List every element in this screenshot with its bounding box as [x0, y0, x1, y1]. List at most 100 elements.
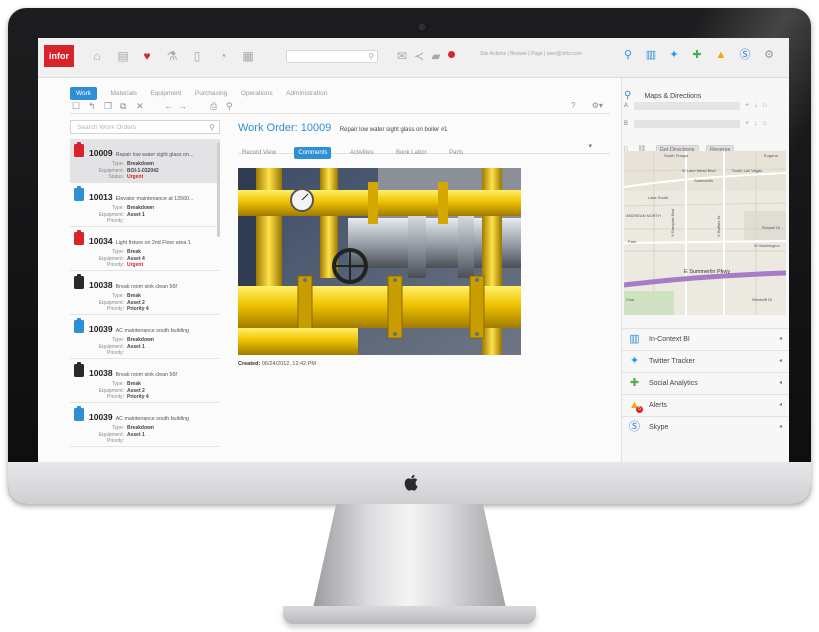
social-app-icon[interactable]: ✚	[690, 48, 704, 62]
apple-logo-icon	[404, 474, 418, 491]
forward-arrow-icon[interactable]: →	[178, 100, 187, 112]
chevron-left-icon[interactable]: ◂	[779, 373, 782, 394]
address-b-label: B	[624, 121, 629, 127]
work-order-list-item[interactable]: 10034 Light fixture on 2nd Floor area 1 Ty…	[70, 227, 220, 271]
mail-icon[interactable]: ✉	[395, 49, 409, 63]
menu-operations[interactable]: Operations	[241, 87, 273, 100]
twitter-app-icon[interactable]: ✦	[667, 48, 681, 62]
maps-app-icon[interactable]: ⚲	[621, 48, 635, 62]
social-analytics-icon: ✚	[629, 377, 640, 389]
address-a-actions-icon[interactable]: +↓⌂	[745, 101, 772, 111]
clipboard-icon	[74, 230, 84, 245]
address-b-input[interactable]	[634, 120, 740, 128]
work-order-field: Priority: Priority 4	[89, 394, 220, 401]
chevron-left-icon[interactable]: ◂	[779, 417, 782, 438]
bi-app-icon[interactable]: ▥	[644, 48, 658, 62]
field-value: Priority 4	[127, 394, 149, 400]
flask-icon[interactable]: ⚗	[165, 49, 179, 63]
work-order-list-item[interactable]: 10009 Repair low water sight glass on... T…	[70, 139, 220, 183]
panel-label: Skype	[649, 424, 669, 431]
map-label-south-tenaya: South Tenaya	[664, 153, 689, 158]
skype-app-icon[interactable]: Ⓢ	[738, 48, 752, 62]
created-value: 06/24/2012, 12:42 PM	[261, 361, 316, 367]
work-order-list-item[interactable]: 10039 AC maintenance south building Type: B…	[70, 315, 220, 359]
back-arrow-icon[interactable]: ←	[164, 100, 173, 112]
undo-icon[interactable]: ↰	[88, 100, 96, 112]
menu-administration[interactable]: Administration	[286, 87, 327, 100]
infor-logo[interactable]: infor	[44, 45, 74, 67]
street-map: E Summerlin Pkwy South Tenaya W Lake Mea…	[624, 151, 786, 315]
panel-alerts[interactable]: ▲ 5 Alerts ◂	[622, 394, 789, 415]
module-menu: Work Materials Equipment Purchasing Oper…	[70, 82, 336, 100]
work-order-field: Priority:	[89, 438, 220, 445]
panel-social-analytics[interactable]: ✚ Social Analytics ◂	[622, 372, 789, 393]
work-order-description: Break room sink clean 56f	[115, 372, 177, 378]
notification-badge-icon[interactable]	[448, 51, 455, 58]
map-view[interactable]: E Summerlin Pkwy South Tenaya W Lake Mea…	[624, 151, 786, 315]
tab-comments[interactable]: Comments	[294, 147, 332, 159]
settings-icon[interactable]: ⚙	[762, 48, 776, 62]
work-order-list-item[interactable]: 10039 AC maintenance south building Type: B…	[70, 403, 220, 447]
work-order-field: Priority: Priority 4	[89, 306, 220, 313]
home-icon[interactable]: ⌂	[90, 49, 104, 63]
zoom-icon[interactable]: ⚲	[226, 100, 233, 112]
global-search-input[interactable]: ⚲	[286, 50, 378, 63]
tab-parts[interactable]: Parts	[445, 147, 467, 159]
map-label-lake-south: Lake South	[648, 195, 668, 200]
menu-equipment[interactable]: Equipment	[150, 87, 181, 100]
field-value: Asset 1	[127, 431, 145, 438]
field-value: Urgent	[127, 174, 144, 180]
address-b-actions-icon[interactable]: +↓⌂	[745, 119, 772, 129]
copy-icon[interactable]: ❐	[104, 100, 112, 112]
chevron-down-icon[interactable]: ▾	[584, 141, 596, 153]
work-order-heading: 10039 AC maintenance south building	[89, 315, 220, 337]
work-order-list-item[interactable]: 10013 Elevator maintenance at 13560... Typ…	[70, 183, 220, 227]
tab-activities[interactable]: Activities	[346, 147, 378, 159]
field-value: Breakdown	[127, 337, 154, 343]
share-icon[interactable]: ≺	[412, 49, 426, 63]
right-panel: ⚲ Maps & Directions A +↓⌂ B +↓⌂ ▯ ⛓ Get …	[621, 78, 789, 462]
chevron-left-icon[interactable]: ◂	[779, 329, 782, 350]
close-icon[interactable]: ✕	[136, 100, 144, 112]
site-links[interactable]: Site Actions | Browse | Page | user@info…	[480, 51, 582, 57]
new-record-icon[interactable]: ☐	[72, 100, 80, 112]
tab-book-labor[interactable]: Book Labor	[392, 147, 431, 159]
help-icon[interactable]: ?	[571, 101, 575, 110]
work-order-search-input[interactable]: Search Work Orders ⚲	[70, 120, 220, 134]
work-order-field: Priority:	[89, 350, 220, 357]
chevron-left-icon[interactable]: ◂	[779, 351, 782, 372]
attachment-photo[interactable]	[238, 168, 521, 355]
work-order-list-item[interactable]: 10038 Break room sink clean 56f Type: Break…	[70, 271, 220, 315]
chevron-left-icon[interactable]: ◂	[779, 395, 782, 416]
print-icon[interactable]: ⎙	[210, 100, 217, 112]
menu-materials[interactable]: Materials	[111, 87, 137, 100]
tab-record-view[interactable]: Record View	[238, 147, 280, 159]
gear-menu-icon[interactable]: ⚙▾	[592, 101, 603, 110]
map-pin-icon: ⚲	[624, 90, 632, 101]
work-order-list-item[interactable]: 10038 Break room sink clean 56f Type: Break…	[70, 359, 220, 403]
field-label: Priority:	[107, 394, 124, 400]
list-scrollbar[interactable]	[217, 142, 220, 237]
menu-purchasing[interactable]: Purchasing	[195, 87, 228, 100]
document-icon[interactable]: ▯	[190, 49, 204, 63]
heart-icon[interactable]: ♥	[140, 49, 154, 63]
menu-work[interactable]: Work	[70, 87, 98, 100]
field-label: Status:	[108, 174, 124, 180]
map-label-summerlin: Summerlin	[694, 178, 713, 183]
field-value: Break	[127, 381, 141, 387]
paste-icon[interactable]: ⧉	[120, 100, 126, 112]
work-order-description: AC maintenance south building	[115, 416, 189, 422]
pie-chart-icon[interactable]: ◔	[216, 49, 230, 63]
field-value: Break	[127, 249, 141, 255]
panel-skype[interactable]: Ⓢ Skype ◂	[622, 416, 789, 437]
dashboard-icon[interactable]: ▤	[116, 49, 130, 63]
panel-in-context-bi[interactable]: ▥ In-Context BI ◂	[622, 328, 789, 349]
alerts-app-icon[interactable]: ▲	[714, 48, 728, 62]
chat-icon[interactable]: ▰	[429, 49, 443, 63]
detail-tabs: Record View Comments Activities Book Lab…	[238, 141, 610, 159]
map-label-westcliff: Westcliff Dr	[752, 297, 773, 302]
report-icon[interactable]: ▦	[241, 49, 255, 63]
panel-twitter-tracker[interactable]: ✦ Twitter Tracker ◂	[622, 350, 789, 371]
map-label-andrean-north: ANDREAN NORTH	[626, 213, 661, 218]
address-a-input[interactable]	[634, 102, 740, 110]
